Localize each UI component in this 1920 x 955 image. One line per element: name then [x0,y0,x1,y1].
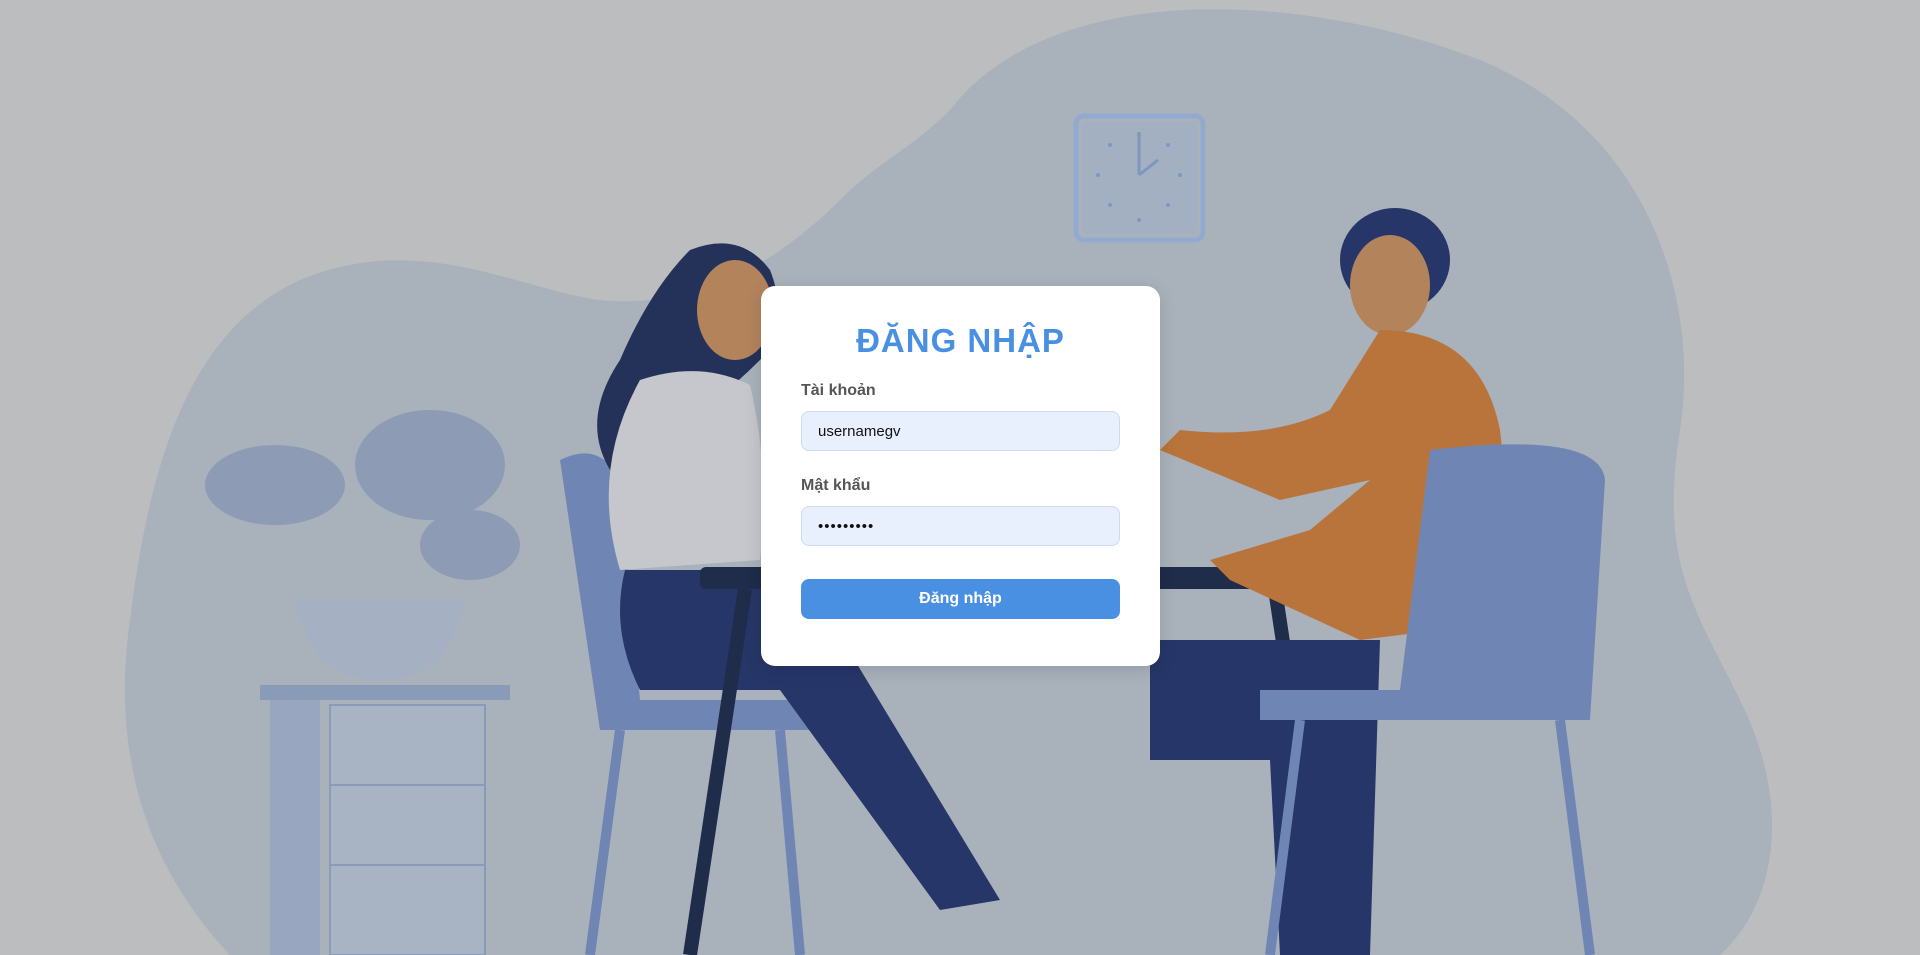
username-input[interactable] [801,411,1120,451]
login-card: ĐĂNG NHẬP Tài khoản Mật khẩu Đăng nhập [761,286,1160,666]
login-title: ĐĂNG NHẬP [856,322,1065,359]
password-label: Mật khẩu [801,477,871,494]
username-label: Tài khoản [801,382,876,399]
login-page: ĐĂNG NHẬP Tài khoản Mật khẩu Đăng nhập [0,0,1920,955]
login-button[interactable]: Đăng nhập [801,579,1120,619]
password-input[interactable] [801,506,1120,546]
